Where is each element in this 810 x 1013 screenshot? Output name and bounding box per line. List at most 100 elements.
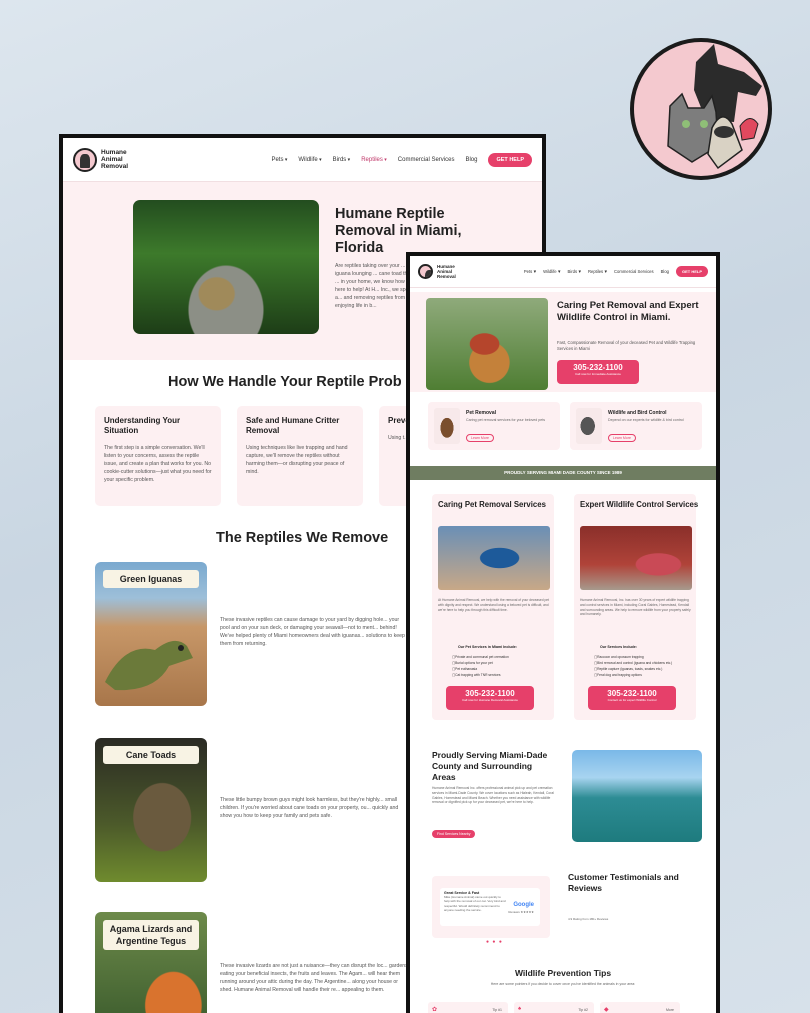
reptile-description: These invasive reptiles can cause damage…	[220, 617, 405, 647]
man-with-dog-image	[438, 526, 550, 590]
main-menu: Pets Wildlife Birds Reptiles Commercial …	[271, 152, 532, 167]
section-phone-button[interactable]: 305-232-1100 Call now for Humane Removal…	[446, 686, 534, 710]
process-card-title: Understanding Your Situation	[104, 416, 181, 435]
menu-item-commercial-services[interactable]: Commercial Services	[614, 269, 654, 274]
brand[interactable]: Humane Animal Removal	[73, 147, 135, 172]
shield-icon: ◆	[604, 1007, 609, 1013]
menu-item-reptiles[interactable]: Reptiles	[361, 157, 387, 163]
list-item: Cat trapping with TNR services	[452, 672, 509, 678]
tip-label: More	[666, 1008, 674, 1012]
get-help-button[interactable]: GET HELP	[488, 152, 532, 167]
reptile-description: These little bumpy brown guys might look…	[220, 797, 399, 819]
brand-logo-icon	[418, 264, 433, 279]
hero-title: Humane Reptile Removal in Miami, Florida	[335, 206, 462, 256]
slider-dots[interactable]: ● ● ●	[486, 939, 503, 945]
get-help-button[interactable]: GET HELP	[675, 266, 708, 277]
brand-name: Humane Animal Removal	[101, 149, 129, 170]
section-body: At Humane Animal Removal, we help with t…	[438, 598, 550, 612]
section-title: Expert Wildlife Control Services	[580, 500, 699, 509]
section-body: Humane Animal Removal, Inc. has over 30 …	[580, 598, 691, 617]
menu-item-blog[interactable]: Blog	[661, 269, 669, 274]
learn-more-link[interactable]: Learn More	[466, 434, 494, 442]
reptile-description: These invasive lizards are not just a nu…	[220, 963, 408, 993]
tip-label: Tip #1	[492, 1008, 502, 1012]
navbar: Humane Animal Removal Pets Wildlife Bird…	[63, 138, 542, 182]
brand-logo-icon	[73, 147, 97, 172]
process-card-body: Using techniques like live trapping and …	[246, 445, 348, 475]
brand-name: Humane Animal Removal	[437, 264, 456, 279]
process-card-title: Safe and Humane Critter Removal	[246, 416, 340, 435]
reptile-card-label: Agama Lizards and Argentine Tegus	[103, 920, 199, 950]
menu-item-blog[interactable]: Blog	[465, 157, 477, 163]
section-phone-button[interactable]: 305-232-1100 Contact us for expert Wildl…	[588, 686, 676, 710]
testimonial-card: Great Service & Fast Mike (Humane Animal…	[440, 888, 540, 926]
bird-image	[580, 526, 692, 590]
pet-removal-section: Caring Pet Removal Services At Humane An…	[432, 494, 554, 720]
service-area-banner: PROUDLY SERVING MIAMI DADE COUNTY SINCE …	[410, 466, 716, 480]
reptiles-section-title: The Reptiles We Remove	[216, 530, 389, 546]
menu-item-wildlife[interactable]: Wildlife	[543, 269, 560, 275]
menu-item-birds[interactable]: Birds	[333, 157, 351, 163]
pets-illustration-icon	[667, 44, 762, 170]
brand-logo-circle	[630, 38, 772, 180]
services-list: Raccoon and opossum trapping Bird remova…	[594, 654, 672, 678]
find-services-button[interactable]: Find Services Nearby	[432, 830, 476, 838]
phone-subtext: Call now for Humane Removal Assistance	[462, 698, 518, 702]
service-card-wildlife[interactable]: Wildlife and Bird Control Depend on our …	[570, 402, 702, 450]
brand[interactable]: Humane Animal Removal	[418, 264, 461, 279]
hero-section: Caring Pet Removal and Expert Wildlife C…	[410, 292, 716, 392]
service-card-body: Depend on our experts for wildlife & bir…	[608, 418, 684, 422]
learn-more-link[interactable]: Learn More	[608, 434, 636, 442]
menu-item-pets[interactable]: Pets	[271, 157, 287, 163]
toad-hero-image	[133, 200, 319, 334]
navbar: Humane Animal Removal Pets Wildlife Bird…	[410, 256, 716, 288]
tip-card[interactable]: ◆ More	[600, 1002, 680, 1013]
tip-card[interactable]: ♠ Tip #2	[514, 1002, 594, 1013]
reptile-card-toad: Cane Toads	[95, 738, 207, 882]
miami-aerial-image	[572, 750, 702, 842]
service-area-title: Proudly Serving Miami-Dade County and Su…	[432, 750, 548, 782]
hero-phone-button[interactable]: 305-232-1100 Call now for Immediate Assi…	[557, 360, 639, 384]
tip-label: Tip #2	[578, 1008, 588, 1012]
raccoon-image	[576, 408, 602, 444]
testimonials-title: Customer Testimonials and Reviews	[568, 872, 679, 893]
handle-section-title: How We Handle Your Reptile Prob	[168, 374, 402, 390]
menu-item-wildlife[interactable]: Wildlife	[298, 157, 321, 163]
phone-number: 305-232-1100	[573, 363, 623, 372]
service-card-pet-removal[interactable]: Pet Removal Caring pet removal services …	[428, 402, 560, 450]
testimonial-slider: Great Service & Fast Mike (Humane Animal…	[432, 876, 550, 938]
dog-image	[434, 408, 460, 444]
phone-number: 305-232-1100	[465, 689, 515, 698]
services-list: Private and communal pet cremation Buria…	[452, 654, 509, 678]
service-card-body: Caring pet removal services for your bel…	[466, 418, 546, 422]
menu-item-reptiles[interactable]: Reptiles	[588, 269, 607, 275]
home-page-screenshot: Humane Animal Removal Pets Wildlife Bird…	[406, 252, 720, 1013]
hero-subtitle: Fast, Compassionate Removal of your dece…	[557, 340, 696, 351]
wildlife-control-section: Expert Wildlife Control Services Humane …	[574, 494, 698, 720]
service-area-body: Humane Animal Removal Inc. offers profes…	[432, 786, 554, 805]
testimonial-body: Mike (Humane Animal) came out quickly to…	[444, 895, 506, 912]
phone-subtext: Contact us for expert Wildlife Control	[607, 698, 657, 702]
bell-icon: ♠	[518, 1006, 522, 1012]
tips-title: Wildlife Prevention Tips	[514, 968, 612, 978]
iguana-image	[105, 640, 193, 691]
phone-number: 305-232-1100	[607, 689, 657, 698]
paw-icon: ✿	[432, 1007, 438, 1013]
menu-item-pets[interactable]: Pets	[524, 269, 536, 275]
section-title: Caring Pet Removal Services	[438, 500, 546, 509]
google-logo: Google	[513, 902, 534, 908]
menu-item-birds[interactable]: Birds	[568, 269, 581, 275]
services-list-title: Our Services Include:	[600, 645, 637, 649]
menu-item-commercial-services[interactable]: Commercial Services	[398, 157, 455, 163]
tip-card[interactable]: ✿ Tip #1	[428, 1002, 508, 1013]
reptile-card-iguana: Green Iguanas	[95, 562, 207, 706]
process-card-body: The first step is a simple conversation.…	[104, 445, 212, 483]
service-card-title: Wildlife and Bird Control	[608, 410, 667, 416]
process-card: Understanding Your Situation The first s…	[95, 406, 221, 506]
services-list-title: Our Pet Services in Miami Include:	[458, 645, 517, 649]
testimonials-rating: 4.9 Rating from 180+ Reviews	[568, 917, 609, 921]
list-item: Feral dog and trapping options	[594, 672, 672, 678]
hero-title: Caring Pet Removal and Expert Wildlife C…	[557, 300, 699, 323]
reptile-card-agama: Agama Lizards and Argentine Tegus	[95, 912, 207, 1013]
service-card-title: Pet Removal	[466, 410, 497, 416]
